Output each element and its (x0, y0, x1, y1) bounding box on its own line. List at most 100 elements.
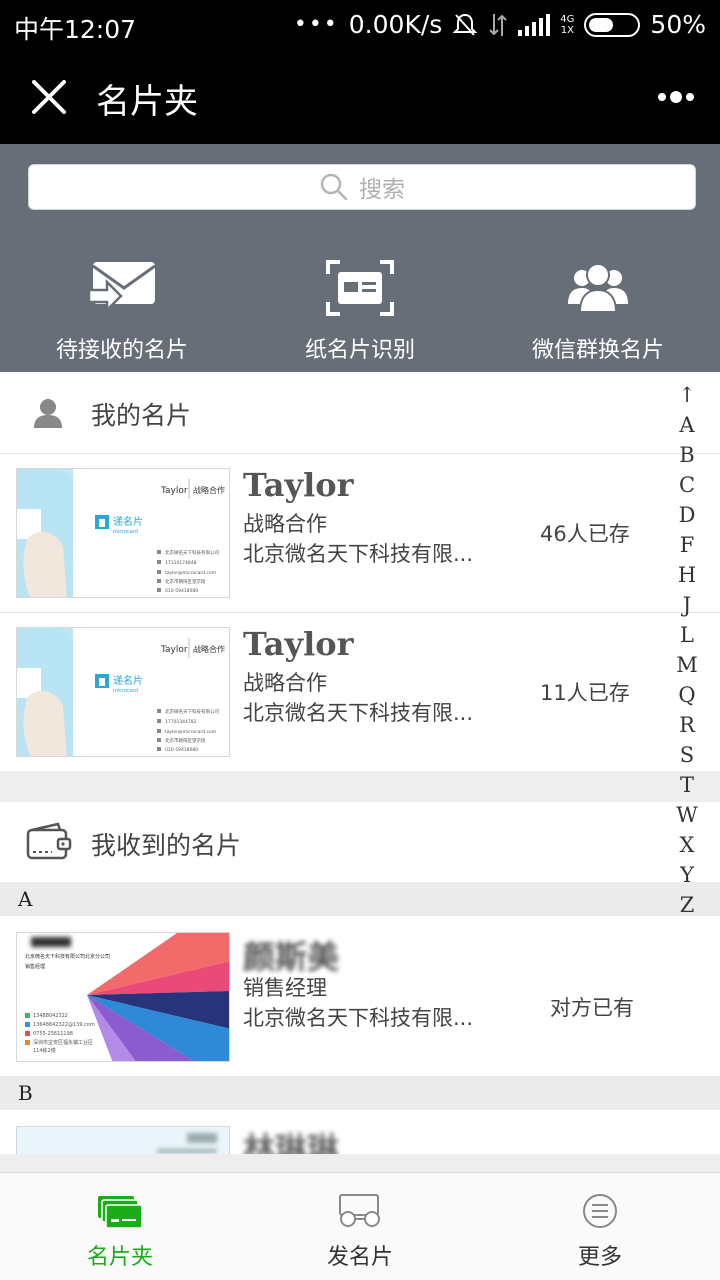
received-card-item[interactable]: 林琳琳 (0, 1110, 720, 1154)
index-letter-j[interactable]: J (668, 590, 706, 620)
index-letter-z[interactable]: Z (668, 890, 706, 920)
business-card-thumbnail: Taylor 战略合作 递名片 microcard 北京微名天下科技有限公司 1… (16, 627, 230, 757)
more-menu-icon[interactable] (654, 82, 698, 112)
search-placeholder: 搜索 (359, 177, 405, 203)
scan-paper-card-label: 纸名片识别 (304, 338, 415, 363)
cards-icon (98, 1196, 143, 1229)
group-letter-header: A (0, 882, 720, 916)
index-letter-m[interactable]: M (668, 650, 706, 680)
card-line: 北京市朝阳区望京街 (165, 737, 206, 744)
card-brand-en: microcard (113, 529, 138, 535)
my-card-item[interactable]: Taylor 战略合作 递名片 microcard 北京微名天下科技有限公司 1… (0, 454, 720, 612)
index-letter-l[interactable]: L (668, 620, 706, 650)
saved-count: 11人已存 (540, 681, 630, 705)
contact-name: Taylor (243, 466, 354, 504)
scan-paper-card-button[interactable]: 纸名片识别 (240, 256, 480, 364)
card-line: 北京市朝阳区望京街 (165, 578, 206, 585)
index-letter-b[interactable]: B (668, 440, 706, 470)
blurred-name (31, 937, 71, 947)
status-more-dots: ••• (293, 12, 339, 37)
received-cards-section-header[interactable]: 我收到的名片 (0, 802, 720, 882)
pending-cards-button[interactable]: 待接收的名片 (2, 256, 242, 364)
index-letter-f[interactable]: F (668, 530, 706, 560)
page-title: 名片夹 (96, 82, 198, 122)
index-letter-d[interactable]: D (668, 500, 706, 530)
card-name: Taylor (160, 645, 188, 655)
index-letter-t[interactable]: T (668, 770, 706, 800)
search-icon (320, 173, 348, 201)
card-line: 13488042322 (33, 1013, 68, 1019)
index-letter-h[interactable]: H (668, 560, 706, 590)
card-line: taylor@microcard.com (165, 570, 216, 576)
index-letter-a[interactable]: A (668, 410, 706, 440)
my-card-item[interactable]: Taylor 战略合作 递名片 microcard 北京微名天下科技有限公司 1… (0, 613, 720, 771)
card-line: 深圳市宝安区福永镇工业区 (33, 1039, 93, 1046)
wallet-icon (26, 822, 72, 860)
index-letter-r[interactable]: R (668, 710, 706, 740)
tab-send-card[interactable]: 发名片 (240, 1173, 480, 1280)
index-letter-x[interactable]: X (668, 830, 706, 860)
card-line: 0755-25611198 (33, 1031, 73, 1037)
my-cards-title: 我的名片 (91, 401, 192, 430)
alphabet-index-bar[interactable]: ↑ A B C D F H J L M Q R S T W X Y Z (668, 380, 706, 920)
card-name: Taylor (160, 486, 188, 496)
contact-company: 北京微名天下科技有限... (243, 701, 474, 725)
card-line: 17701344782 (165, 719, 197, 725)
card-line: 北京微名天下科技有限公司北京分公司 (25, 953, 110, 960)
card-line: 北京微名天下科技有限公司 (165, 549, 219, 556)
my-cards-section-header[interactable]: 我的名片 (0, 372, 720, 453)
pending-cards-label: 待接收的名片 (55, 338, 188, 363)
index-letter-w[interactable]: W (668, 800, 706, 830)
received-card-item[interactable]: 北京微名天下科技有限公司北京分公司 销售经理 13488042322 13648… (0, 916, 720, 1076)
business-card-thumbnail (16, 1126, 230, 1154)
tab-card-holder[interactable]: 名片夹 (0, 1173, 240, 1280)
header-panel: 搜索 待接收的名片 纸名片识别 微信群换名片 (0, 144, 720, 372)
card-line: 17310174848 (165, 560, 197, 566)
network-type: 4G 1X (560, 14, 574, 36)
card-brand: 递名片 (113, 674, 143, 687)
group-icon (568, 263, 628, 313)
index-letter-q[interactable]: Q (668, 680, 706, 710)
exchange-status: 对方已有 (550, 996, 634, 1020)
network-type-top: 4G (560, 13, 575, 25)
signal-icon (518, 13, 551, 36)
index-letter-c[interactable]: C (668, 470, 706, 500)
index-scroll-top-icon[interactable]: ↑ (668, 380, 706, 410)
tab-send-card-label: 发名片 (326, 1245, 393, 1270)
card-line: 销售经理 (25, 963, 45, 970)
group-letter-header: B (0, 1076, 720, 1110)
card-title: 战略合作 (193, 485, 225, 495)
contact-name: Taylor (243, 625, 354, 663)
search-input[interactable]: 搜索 (28, 164, 696, 210)
close-icon[interactable] (28, 76, 70, 118)
tab-more[interactable]: 更多 (480, 1173, 720, 1280)
tab-more-label: 更多 (577, 1245, 622, 1270)
card-line: 北京微名天下科技有限公司 (165, 708, 219, 715)
battery-icon (584, 12, 641, 37)
send-card-icon (339, 1194, 380, 1227)
network-type-bottom: 1X (560, 24, 574, 36)
received-cards-title: 我收到的名片 (91, 831, 242, 860)
contact-company: 北京微名天下科技有限... (243, 542, 474, 566)
network-speed: 0.00K/s (348, 10, 443, 39)
wechat-group-exchange-button[interactable]: 微信群换名片 (478, 256, 718, 364)
card-scan-icon (326, 260, 394, 316)
contact-title: 销售经理 (243, 976, 327, 1000)
contact-company: 北京微名天下科技有限... (243, 1006, 474, 1030)
card-brand: 递名片 (113, 515, 143, 528)
section-gap (0, 771, 720, 802)
card-title: 战略合作 (193, 644, 225, 654)
index-letter-s[interactable]: S (668, 740, 706, 770)
wechat-group-exchange-label: 微信群换名片 (531, 338, 664, 363)
contact-title: 战略合作 (243, 512, 327, 536)
saved-count: 46人已存 (540, 522, 630, 546)
card-line: 114栋2楼 (33, 1047, 56, 1054)
contact-name: 林琳琳 (243, 1130, 340, 1154)
tab-card-holder-label: 名片夹 (86, 1245, 153, 1270)
status-time: 中午12:07 (14, 15, 137, 44)
section-gap (0, 1154, 720, 1172)
business-card-thumbnail: 北京微名天下科技有限公司北京分公司 销售经理 13488042322 13648… (16, 932, 230, 1062)
battery-level: 50% (650, 10, 706, 39)
data-arrows-icon (489, 13, 508, 36)
index-letter-y[interactable]: Y (668, 860, 706, 890)
